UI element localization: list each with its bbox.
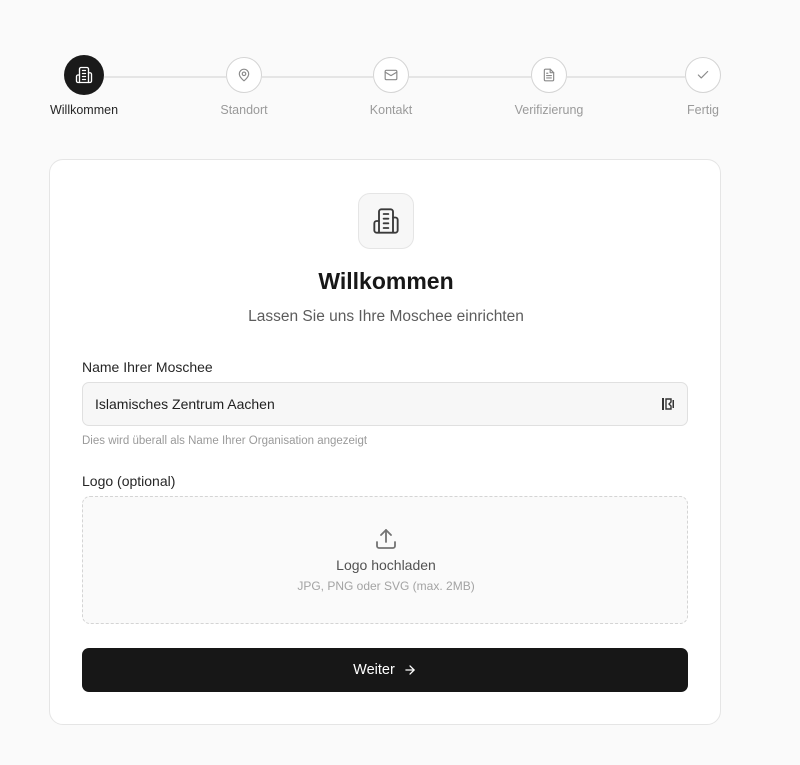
map-pin-icon xyxy=(238,68,250,82)
step-kontakt[interactable]: Kontakt xyxy=(331,57,451,117)
mosque-name-value: Islamisches Zentrum Aachen xyxy=(95,396,275,412)
step-fertig[interactable]: Fertig xyxy=(643,57,763,117)
mail-icon xyxy=(384,69,398,81)
step-verifizierung[interactable]: Verifizierung xyxy=(489,57,609,117)
step-label: Willkommen xyxy=(49,103,119,117)
extension-icon[interactable] xyxy=(661,397,675,411)
next-button[interactable]: Weiter xyxy=(82,648,688,692)
step-circle xyxy=(226,57,262,93)
hero-icon-box xyxy=(358,193,414,249)
card-subtitle: Lassen Sie uns Ihre Moschee einrichten xyxy=(248,308,524,325)
arrow-right-icon xyxy=(405,665,415,675)
step-label: Standort xyxy=(220,103,268,117)
next-button-label: Weiter xyxy=(353,662,395,678)
building-icon xyxy=(373,208,399,234)
mosque-name-input[interactable]: Islamisches Zentrum Aachen xyxy=(82,382,688,426)
step-willkommen[interactable]: Willkommen xyxy=(24,55,144,117)
step-label: Fertig xyxy=(687,103,719,117)
mosque-name-hint: Dies wird überall als Name Ihrer Organis… xyxy=(82,435,368,447)
logo-label: Logo (optional) xyxy=(82,473,176,489)
step-circle xyxy=(64,55,104,95)
logo-dropzone[interactable]: Logo hochladen JPG, PNG oder SVG (max. 2… xyxy=(82,496,688,624)
welcome-card: Willkommen Lassen Sie uns Ihre Moschee e… xyxy=(49,159,721,725)
step-circle xyxy=(373,57,409,93)
building-icon xyxy=(75,66,93,84)
step-standort[interactable]: Standort xyxy=(184,57,304,117)
step-circle xyxy=(531,57,567,93)
onboarding-stepper: Willkommen Standort Kontakt Verifizierun… xyxy=(0,0,800,140)
step-label: Verifizierung xyxy=(514,103,584,117)
upload-icon xyxy=(376,529,396,549)
check-icon xyxy=(697,70,709,79)
upload-hint: JPG, PNG oder SVG (max. 2MB) xyxy=(297,579,475,593)
step-circle xyxy=(685,57,721,93)
card-title: Willkommen xyxy=(318,268,454,294)
step-label: Kontakt xyxy=(369,103,413,117)
mosque-name-label: Name Ihrer Moschee xyxy=(82,359,213,375)
document-icon xyxy=(543,68,555,82)
upload-title: Logo hochladen xyxy=(336,557,436,573)
